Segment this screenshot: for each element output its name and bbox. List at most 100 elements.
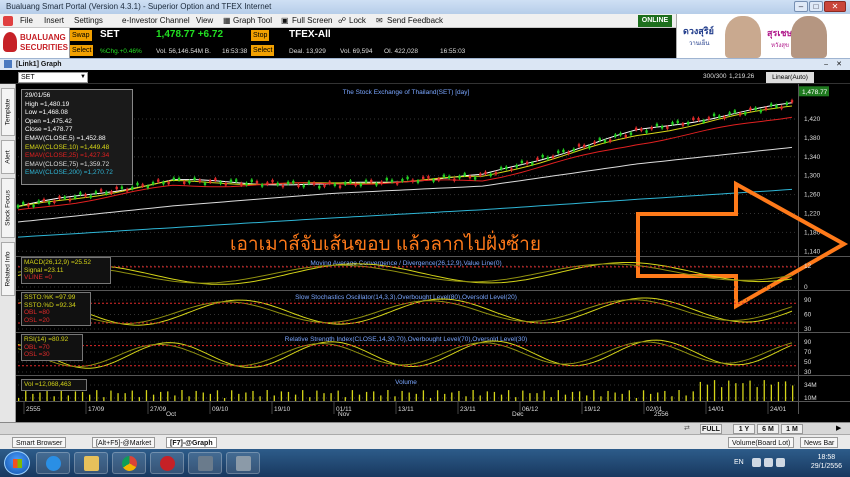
volume-bar bbox=[607, 390, 609, 401]
start-button[interactable] bbox=[4, 451, 30, 475]
candle-body bbox=[541, 154, 544, 158]
graph-tool-icon: ▦ bbox=[223, 16, 231, 25]
candle-body bbox=[229, 179, 233, 183]
tab-market[interactable]: [Alt+F5]-@Market bbox=[92, 437, 156, 448]
zoom-icon[interactable]: ⇄ bbox=[684, 424, 690, 432]
tab-graph[interactable]: [F7]-@Graph bbox=[166, 437, 217, 448]
period-1y-button[interactable]: 1 Y bbox=[733, 424, 755, 434]
candle-body bbox=[390, 179, 394, 183]
taskbar-app-bls[interactable] bbox=[150, 452, 184, 474]
taskbar-app-2[interactable] bbox=[188, 452, 222, 474]
period-6m-button[interactable]: 6 M bbox=[757, 424, 779, 434]
tray-volume-icon[interactable] bbox=[776, 458, 785, 467]
brand-line2: SECURITIES bbox=[20, 43, 69, 52]
symbol-select[interactable]: SET ▼ bbox=[18, 72, 88, 83]
x-month-label-3: 2556 bbox=[654, 411, 669, 418]
tray-arrow-icon[interactable] bbox=[752, 458, 761, 467]
volume-bar bbox=[67, 395, 70, 401]
menu-insert[interactable]: Insert bbox=[44, 14, 64, 28]
period-full-button[interactable]: FULL bbox=[700, 424, 722, 434]
info-ema200: EMAV(CLOSE,200) =1,270.72 bbox=[25, 169, 113, 177]
graph-window-close-button[interactable]: ✕ bbox=[836, 59, 842, 70]
volume-bar bbox=[614, 392, 616, 401]
candle-body bbox=[162, 181, 165, 185]
menu-file[interactable]: File bbox=[20, 14, 33, 28]
volume-bar bbox=[593, 390, 595, 401]
candle-body bbox=[744, 112, 747, 115]
volume-bar bbox=[642, 390, 645, 401]
swap-button-set[interactable]: Swap bbox=[70, 30, 92, 41]
candle-body bbox=[260, 184, 264, 187]
volume-bar bbox=[89, 394, 91, 401]
side-tab-alert[interactable]: Alert bbox=[1, 140, 15, 174]
input-language[interactable]: EN bbox=[734, 459, 744, 466]
volume-bar bbox=[550, 397, 552, 401]
candle-body bbox=[401, 179, 404, 182]
minimize-button[interactable]: – bbox=[794, 1, 808, 12]
clock-date: 29/1/2556 bbox=[810, 463, 842, 470]
graph-window-minimize-button[interactable]: – bbox=[824, 59, 828, 70]
scale-mode-button[interactable]: Linear(Auto) bbox=[766, 72, 814, 83]
candle-body bbox=[489, 173, 492, 177]
candle-body bbox=[733, 110, 737, 113]
stop-button-tfex[interactable]: Stop bbox=[251, 30, 270, 41]
bar-count: 300/300 bbox=[703, 73, 727, 80]
candle-body bbox=[120, 186, 124, 189]
taskbar-chrome[interactable] bbox=[112, 452, 146, 474]
chart-canvas[interactable]: 1,4201,3801,3401,3001,2601,2201,1801,140… bbox=[16, 84, 850, 422]
ad-text-1: ดวงสุริย์ bbox=[683, 26, 714, 36]
candle-body bbox=[505, 166, 508, 170]
side-tab-stock-focus[interactable]: Stock Focus bbox=[1, 178, 15, 238]
volume-bar bbox=[81, 391, 84, 401]
volume-bar bbox=[479, 395, 481, 401]
chart-area[interactable]: 1,420 1,380 1,340 1,300 1,260 1,220 1,180 1,140… bbox=[16, 84, 850, 422]
candle-body bbox=[520, 160, 524, 164]
taskbar-ie[interactable] bbox=[36, 452, 70, 474]
close-button[interactable]: ✕ bbox=[824, 1, 846, 12]
taskbar-app-3[interactable] bbox=[226, 452, 260, 474]
candle-body bbox=[660, 125, 664, 129]
tab-smart-browser[interactable]: Smart Browser bbox=[12, 437, 67, 448]
candle-body bbox=[338, 185, 342, 188]
menu-e-investor-channel[interactable]: e-Investor Channel bbox=[122, 14, 190, 28]
menu-send-feedback[interactable]: Send Feedback bbox=[387, 14, 443, 28]
x-date-label-2: 27/09 bbox=[150, 406, 167, 413]
candle-body bbox=[89, 195, 92, 198]
menu-graph-tool[interactable]: Graph Tool bbox=[233, 14, 272, 28]
panel-tick-label-1-0: 90 bbox=[804, 297, 812, 304]
period-1m-button[interactable]: 1 M bbox=[781, 424, 803, 434]
menu-settings[interactable]: Settings bbox=[74, 14, 103, 28]
volume-bar bbox=[777, 381, 780, 401]
graph-window-title: [Link1] Graph bbox=[16, 61, 62, 68]
menu-full-screen[interactable]: Full Screen bbox=[292, 14, 332, 28]
volume-bar bbox=[252, 390, 254, 401]
taskbar-explorer[interactable] bbox=[74, 452, 108, 474]
volume-board-lot-toggle[interactable]: Volume(Board Lot) bbox=[728, 437, 795, 448]
tray-network-icon[interactable] bbox=[764, 458, 773, 467]
select-button-set[interactable]: Select bbox=[70, 45, 94, 56]
candle-body bbox=[234, 179, 238, 182]
panel-tick-label-3-0: 34M bbox=[804, 382, 817, 389]
volume-bar bbox=[238, 393, 240, 401]
candle-body bbox=[271, 179, 274, 183]
clock[interactable]: 18:58 29/1/2556 bbox=[811, 453, 842, 471]
panel-tick-label-2-0: 90 bbox=[804, 339, 812, 346]
side-tab-template[interactable]: Template bbox=[1, 88, 15, 136]
period-scroll-right-icon[interactable]: ▶ bbox=[836, 424, 841, 432]
volume-bar bbox=[500, 394, 503, 401]
title-bar: Bualuang Smart Portal (Version 4.3.1) - … bbox=[0, 0, 850, 14]
menu-view[interactable]: View bbox=[196, 14, 213, 28]
candle-body bbox=[344, 182, 347, 185]
news-bar-toggle[interactable]: News Bar bbox=[800, 437, 839, 448]
candle-body bbox=[645, 130, 648, 133]
advertisement-banner[interactable]: ดวงสุริย์ วานเย็น สุรเชษฐ์ หวังสุข bbox=[676, 14, 850, 58]
menu-lock[interactable]: Lock bbox=[349, 14, 366, 28]
select-button-tfex[interactable]: Select bbox=[251, 45, 275, 56]
maximize-button[interactable]: □ bbox=[809, 1, 823, 12]
candle-body bbox=[562, 149, 565, 153]
info-ema25: EMAV(CLOSE,25) =1,427.34 bbox=[25, 152, 110, 160]
side-tab-related-info[interactable]: Related Info bbox=[1, 242, 15, 296]
x-month-label-2: Dec bbox=[512, 411, 524, 418]
volume-bar bbox=[763, 380, 765, 401]
candle-body bbox=[411, 179, 414, 183]
